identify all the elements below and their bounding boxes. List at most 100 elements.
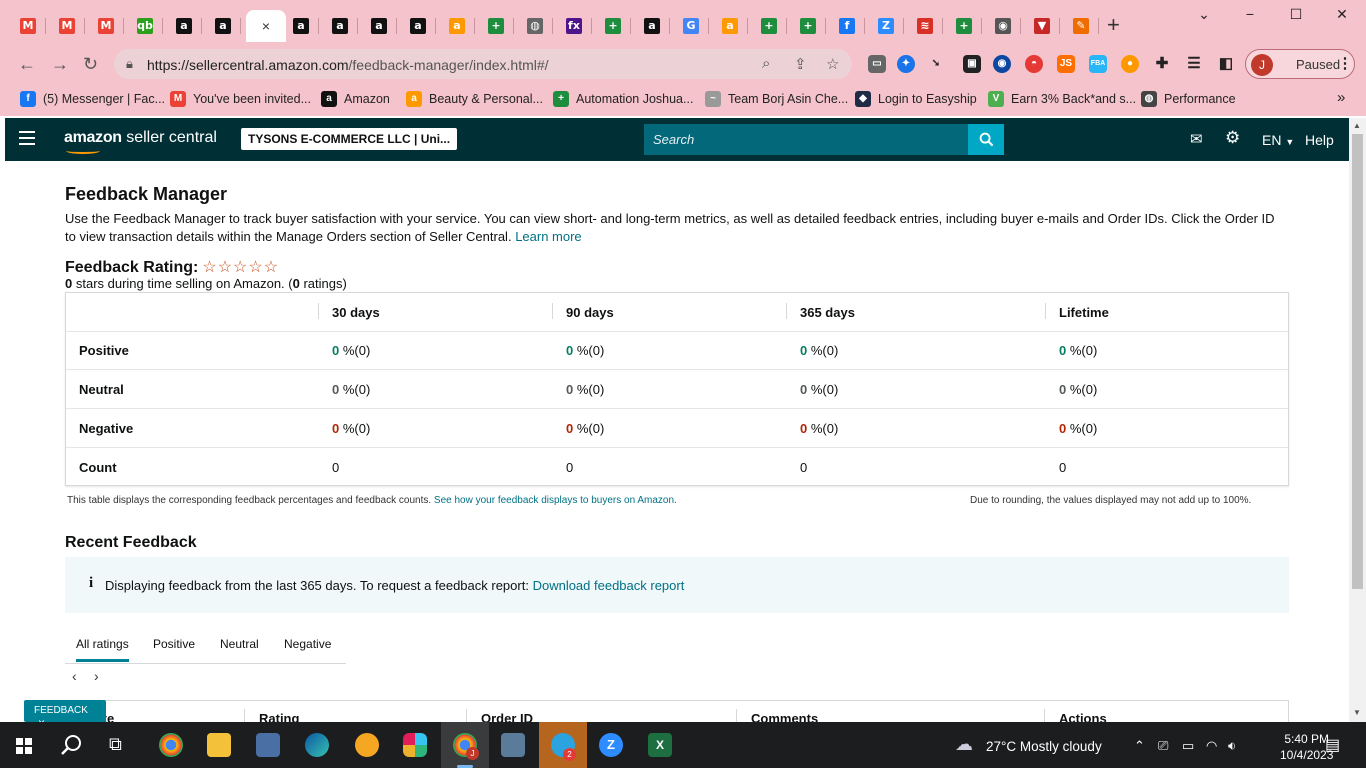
browser-tab[interactable]: a — [361, 10, 397, 42]
bookmark-star-icon[interactable]: ☆ — [826, 55, 839, 73]
zoom-app-icon[interactable]: Z — [599, 733, 623, 757]
hamburger-menu-icon[interactable] — [19, 131, 35, 149]
extension-gear-icon[interactable]: ✦ — [897, 55, 915, 73]
feedback-display-link[interactable]: See how your feedback displays to buyers… — [434, 495, 677, 506]
weather-cloud-icon[interactable]: ☁ — [955, 734, 973, 755]
tab-all-ratings[interactable]: All ratings — [76, 637, 129, 662]
extension-cursor-icon[interactable]: ➘ — [927, 55, 945, 73]
browser-tab[interactable]: ✎ — [1063, 10, 1099, 42]
reload-icon[interactable]: ↻ — [83, 54, 98, 74]
scroll-up-icon[interactable]: ▲ — [1353, 121, 1361, 130]
browser-tab[interactable]: Z — [868, 10, 904, 42]
browser-tab[interactable]: a — [166, 10, 202, 42]
learn-more-link[interactable]: Learn more — [515, 229, 581, 244]
active-browser-tab[interactable]: × — [246, 10, 286, 42]
search-icon[interactable] — [61, 734, 83, 756]
extension-fba-icon[interactable]: FBA — [1089, 55, 1107, 73]
minimize-button[interactable]: − — [1230, 6, 1270, 22]
extension-chart-icon[interactable]: ◉ — [993, 55, 1011, 73]
search-button[interactable] — [968, 124, 1004, 155]
task-view-icon[interactable]: ⧉ — [109, 734, 133, 758]
browser-tab[interactable]: M — [49, 10, 85, 42]
browser-tab[interactable]: + — [478, 10, 514, 42]
pager-prev-icon[interactable]: ‹ — [72, 668, 77, 684]
bookmark-item[interactable]: f (5) Messenger | Fac... — [20, 91, 165, 107]
bookmark-item[interactable]: V Earn 3% Back*and s... — [988, 91, 1136, 107]
wifi-icon[interactable]: ◠ — [1206, 738, 1217, 754]
volume-icon[interactable]: 🔉︎ — [1228, 738, 1236, 754]
extension-off-icon[interactable]: ▭ — [868, 55, 886, 73]
extension-js-icon[interactable]: JS — [1057, 55, 1075, 73]
extensions-puzzle-icon[interactable]: ✚ — [1153, 55, 1171, 73]
meet-now-icon[interactable]: ⎚ — [1158, 738, 1168, 754]
back-arrow-icon[interactable]: ← — [18, 54, 36, 74]
notepad-app-icon[interactable] — [501, 733, 525, 757]
slack-icon[interactable] — [403, 733, 427, 757]
pager-next-icon[interactable]: › — [94, 668, 99, 684]
file-explorer-icon[interactable] — [207, 733, 231, 757]
browser-tab[interactable]: qb — [127, 10, 163, 42]
network-app-icon[interactable] — [256, 733, 280, 757]
browser-tab[interactable]: a — [634, 10, 670, 42]
browser-tab[interactable]: + — [595, 10, 631, 42]
chrome-app-icon[interactable] — [159, 733, 183, 757]
col-comments[interactable]: Comments — [751, 711, 818, 722]
url-text[interactable]: https://sellercentral.amazon.com/feedbac… — [147, 57, 549, 73]
col-order-id[interactable]: Order ID — [481, 711, 533, 722]
windows-start-icon[interactable] — [16, 738, 32, 754]
browser-tab[interactable]: a — [322, 10, 358, 42]
edge-icon[interactable] — [305, 733, 329, 757]
battery-icon[interactable]: ▭ — [1182, 738, 1194, 754]
browser-tab[interactable]: f — [829, 10, 865, 42]
share-icon[interactable]: ⇪ — [794, 55, 807, 73]
help-link[interactable]: Help — [1305, 132, 1334, 148]
mail-icon[interactable]: ✉ — [1190, 130, 1203, 148]
tab-negative[interactable]: Negative — [284, 637, 331, 651]
col-rating[interactable]: Rating — [259, 711, 299, 722]
browser-tab[interactable]: fx — [556, 10, 592, 42]
close-window-button[interactable]: ✕ — [1322, 6, 1362, 23]
bookmark-item[interactable]: + Automation Joshua... — [553, 91, 693, 107]
address-bar[interactable]: 🔒︎ https://sellercentral.amazon.com/feed… — [114, 49, 852, 79]
side-panel-icon[interactable]: ◧ — [1217, 55, 1235, 73]
chrome-menu-icon[interactable]: ⋮ — [1336, 55, 1354, 73]
browser-tab[interactable]: ≋ — [907, 10, 943, 42]
extension-pokeball-icon[interactable]: ◓ — [1025, 55, 1043, 73]
bookmarks-more-button[interactable]: » — [1337, 89, 1345, 106]
scrollbar-thumb[interactable] — [1352, 134, 1363, 589]
bookmark-item[interactable]: ◍ Performance — [1141, 91, 1236, 107]
tab-neutral[interactable]: Neutral — [220, 637, 259, 651]
weather-text[interactable]: 27°C Mostly cloudy — [986, 739, 1102, 754]
browser-tab[interactable]: a — [205, 10, 241, 42]
search-input[interactable]: Search — [644, 124, 968, 155]
zoom-icon[interactable]: ⌕ — [762, 55, 770, 72]
tab-search-button[interactable]: ⌄ — [1184, 6, 1224, 23]
language-selector[interactable]: EN ▼ — [1262, 132, 1294, 148]
browser-tab[interactable]: M — [10, 10, 46, 42]
gear-icon[interactable]: ⚙ — [1225, 128, 1240, 148]
close-tab-icon[interactable]: × — [262, 18, 270, 34]
extension-ok-icon[interactable]: ▣ — [963, 55, 981, 73]
bookmark-item[interactable]: ◆ Login to Easyship — [855, 91, 977, 107]
bookmark-item[interactable]: a Beauty & Personal... — [406, 91, 543, 107]
tray-chevron-up-icon[interactable]: ⌃ — [1134, 738, 1145, 754]
bookmark-item[interactable]: ~ Team Borj Asin Che... — [705, 91, 848, 107]
account-switcher[interactable]: TYSONS E-COMMERCE LLC | Uni... — [241, 128, 457, 150]
extension-orange-icon[interactable]: ● — [1121, 55, 1139, 73]
tab-positive[interactable]: Positive — [153, 637, 195, 651]
browser-tab[interactable]: + — [751, 10, 787, 42]
page-scrollbar[interactable]: ▲ ▼ — [1349, 118, 1366, 722]
reading-list-icon[interactable]: ☰ — [1185, 55, 1203, 73]
browser-tab[interactable]: + — [790, 10, 826, 42]
new-tab-button[interactable]: + — [1107, 14, 1120, 36]
feedback-widget-button[interactable]: FEEDBACK × — [24, 700, 106, 730]
seller-central-logo[interactable]: amazon seller central — [64, 129, 217, 154]
browser-tab[interactable]: G — [673, 10, 709, 42]
browser-tab[interactable]: + — [946, 10, 982, 42]
download-feedback-report-link[interactable]: Download feedback report — [533, 578, 685, 593]
browser-tab[interactable]: ▼ — [1024, 10, 1060, 42]
col-actions[interactable]: Actions — [1059, 711, 1107, 722]
browser-tab[interactable]: a — [439, 10, 475, 42]
maximize-button[interactable]: ☐ — [1276, 6, 1316, 23]
bookmark-item[interactable]: a Amazon — [321, 91, 390, 107]
